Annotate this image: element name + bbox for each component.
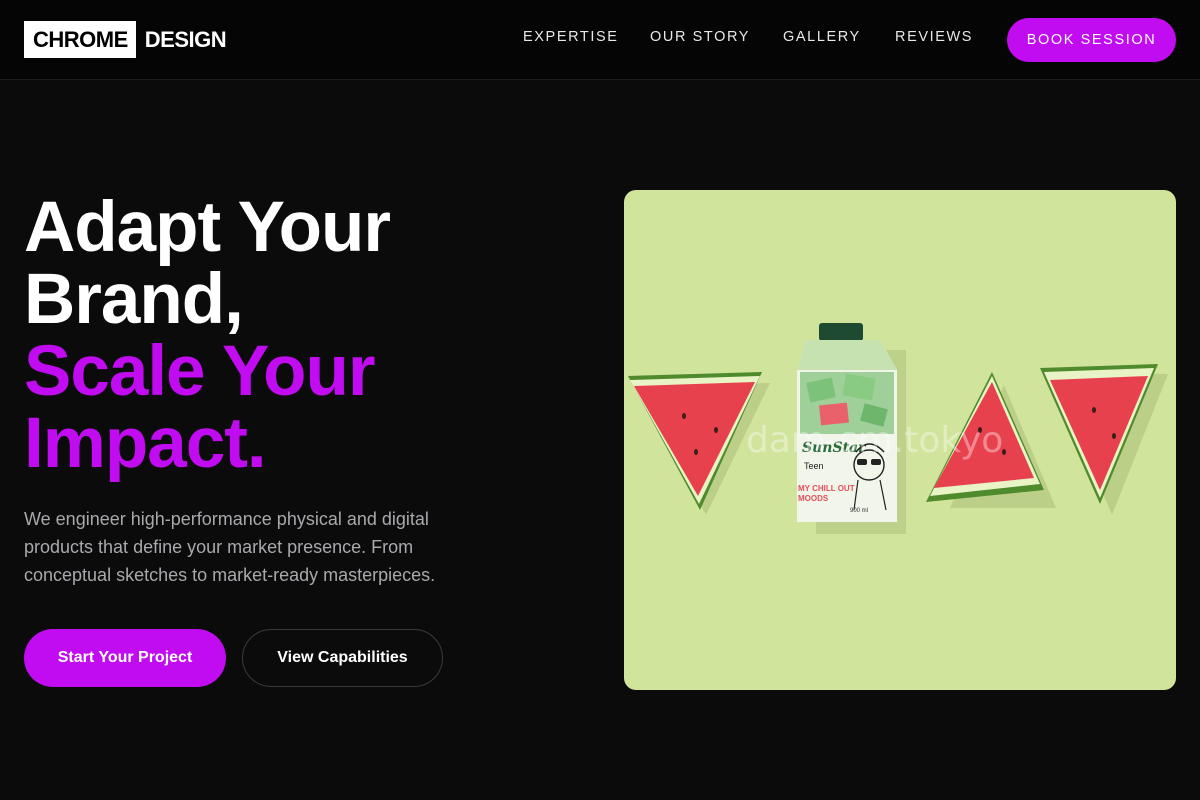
carton-tagline: MOODS [798,494,829,503]
book-session-button[interactable]: BOOK SESSION [1007,18,1176,62]
carton-volume: 900 ml [850,508,868,514]
logo-box-text: CHROME [24,21,136,58]
site-header: CHROME DESIGN EXPERTISE OUR STORY GALLER… [0,0,1200,80]
watermelon-slice-icon [628,372,762,510]
main-nav: EXPERTISE OUR STORY GALLERY REVIEWS [500,29,1000,49]
image-watermark: dam-sm.tokyo [746,420,1004,461]
logo-text: DESIGN [144,26,227,52]
hero-title-accent-line: Impact. [24,404,267,483]
hero-title-line: Brand, [24,260,244,339]
hero-title-line: Adapt Your [24,188,391,267]
start-project-button[interactable]: Start Your Project [24,629,226,687]
hero-title-accent-line: Scale Your [24,332,375,411]
nav-link-our-story[interactable]: OUR STORY [650,29,750,45]
hero-title: Adapt Your Brand, Scale Your Impact. [24,188,391,483]
nav-link-expertise[interactable]: EXPERTISE [523,29,619,45]
nav-link-gallery[interactable]: GALLERY [783,29,861,45]
logo[interactable]: CHROME DESIGN [24,21,227,58]
hero-product-image: SunStar Teen MY CHILL OUT MOODS 900 ml d… [624,190,1176,690]
carton-tagline: MY CHILL OUT [798,484,855,493]
carton-subtitle: Teen [804,461,824,471]
nav-link-reviews[interactable]: REVIEWS [895,29,973,45]
view-capabilities-button[interactable]: View Capabilities [242,629,443,687]
hero-subtitle: We engineer high-performance physical an… [24,509,436,585]
